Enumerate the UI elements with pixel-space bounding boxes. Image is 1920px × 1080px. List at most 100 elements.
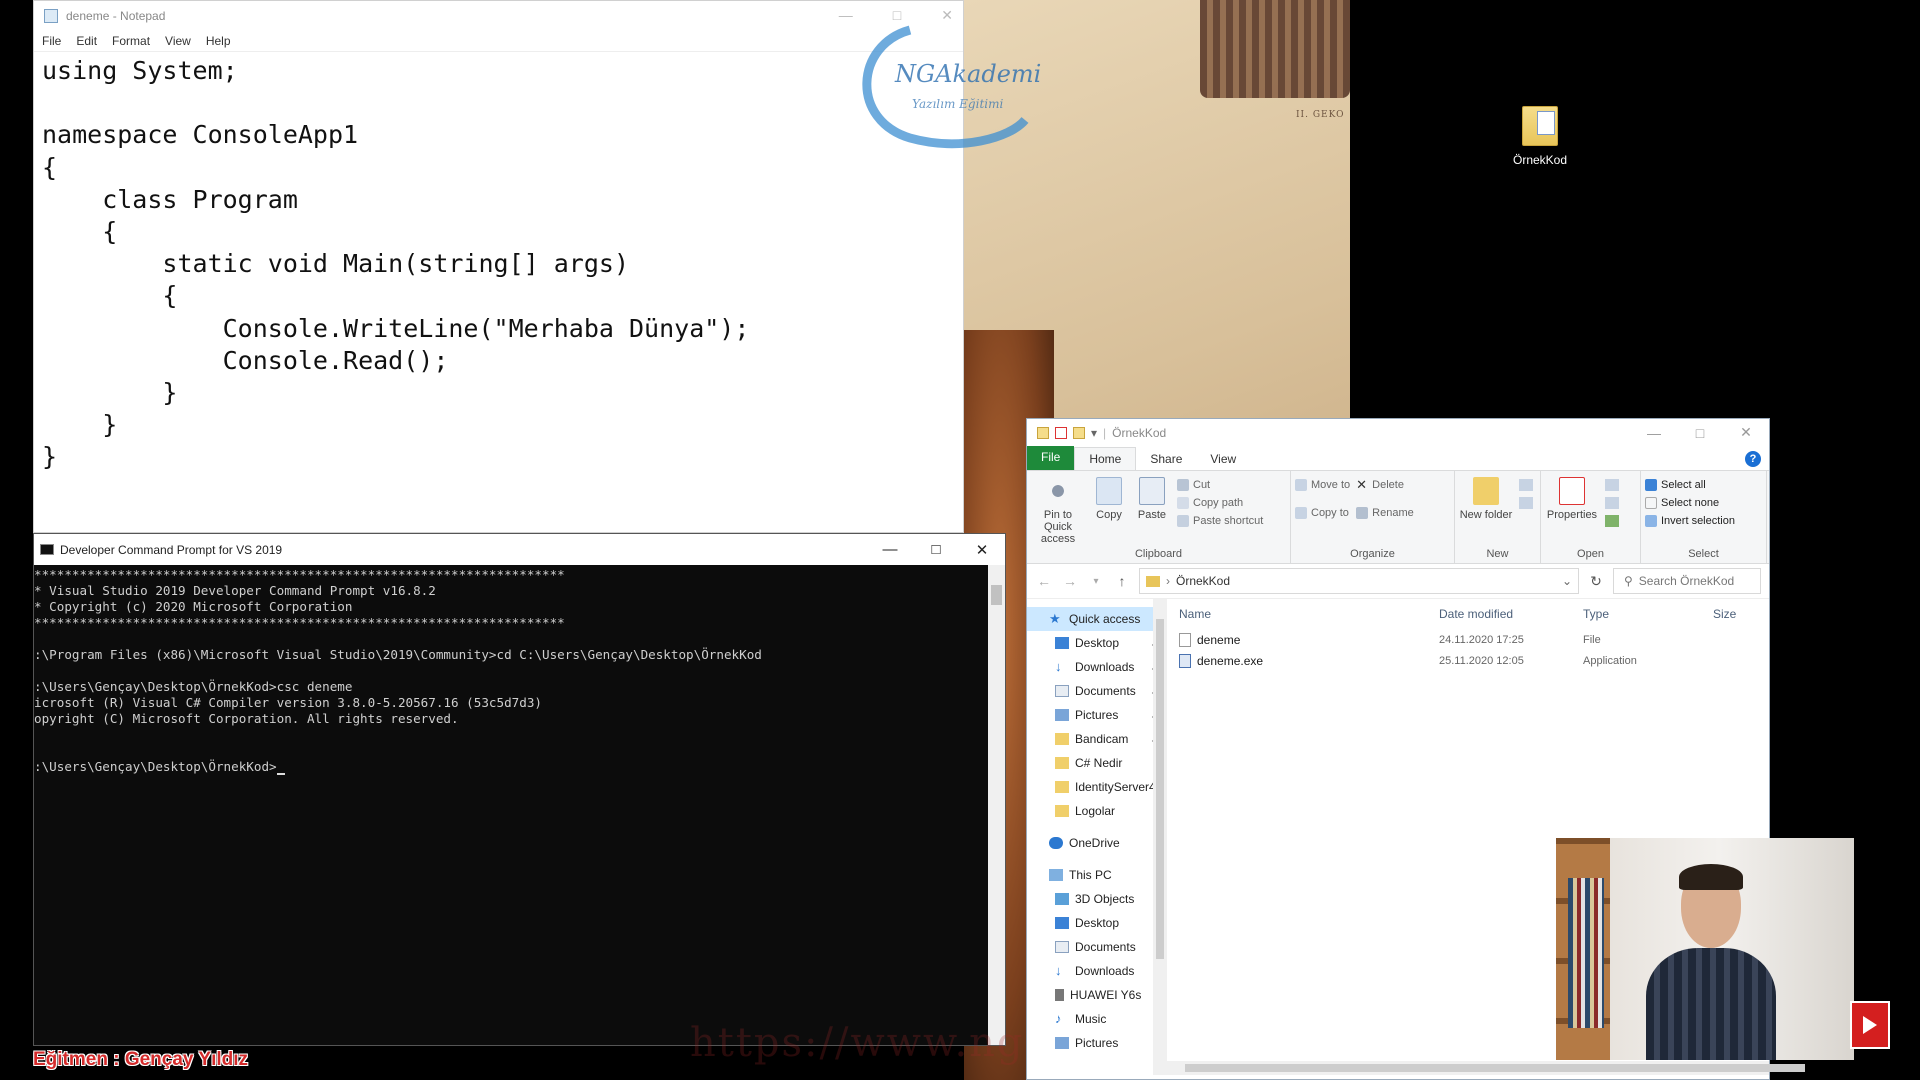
nav-label: C# Nedir xyxy=(1075,756,1123,770)
cmd-line: opyright (C) Microsoft Corporation. All … xyxy=(34,711,459,726)
tab-home[interactable]: Home xyxy=(1074,447,1137,470)
notepad-text-area[interactable]: using System; namespace ConsoleApp1 { cl… xyxy=(34,52,963,474)
menu-view[interactable]: View xyxy=(165,34,191,48)
nav-csharp-nedir[interactable]: C# Nedir xyxy=(1027,751,1167,775)
cmd-titlebar[interactable]: Developer Command Prompt for VS 2019 xyxy=(34,534,1005,565)
minimize-icon[interactable]: — xyxy=(1631,419,1677,446)
nav-label: Documents xyxy=(1075,940,1136,954)
new-item-icon[interactable] xyxy=(1519,479,1533,491)
cmd-title: Developer Command Prompt for VS 2019 xyxy=(60,542,283,557)
column-type[interactable]: Type xyxy=(1583,607,1713,621)
cmd-prompt: :\Users\Gençay\Desktop\ÖrnekKod> xyxy=(34,759,277,774)
desktop-icon-ornekkod[interactable]: ÖrnekKod xyxy=(1500,106,1580,167)
tab-view[interactable]: View xyxy=(1196,448,1250,470)
move-to-button[interactable]: Move to xyxy=(1295,479,1350,491)
column-date[interactable]: Date modified xyxy=(1439,607,1583,621)
nav-bandicam[interactable]: Bandicam➚ xyxy=(1027,727,1167,751)
maximize-icon[interactable]: □ xyxy=(913,534,959,565)
notepad-titlebar[interactable]: deneme - Notepad xyxy=(34,1,963,30)
easy-access-icon[interactable] xyxy=(1519,497,1533,509)
open-icon[interactable] xyxy=(1605,479,1619,491)
nav-identityserver[interactable]: IdentityServer4Ex xyxy=(1027,775,1167,799)
search-input[interactable]: ⚲ Search ÖrnekKod xyxy=(1613,568,1761,594)
minimize-icon[interactable]: — xyxy=(867,534,913,565)
column-name[interactable]: Name xyxy=(1179,607,1439,621)
youtube-icon[interactable] xyxy=(1850,1001,1890,1049)
documents-icon xyxy=(1055,685,1069,697)
invert-selection-button[interactable]: Invert selection xyxy=(1645,515,1735,527)
menu-format[interactable]: Format xyxy=(112,34,150,48)
forward-icon[interactable]: → xyxy=(1061,573,1079,589)
file-row[interactable]: deneme.exe 25.11.2020 12:05 Application xyxy=(1167,650,1769,671)
nav-downloads[interactable]: ↓Downloads➚ xyxy=(1027,655,1167,679)
nav-music[interactable]: ♪ Music xyxy=(1027,1007,1167,1031)
select-none-button[interactable]: Select none xyxy=(1645,497,1735,509)
nav-label: Downloads xyxy=(1075,964,1135,978)
cmd-line xyxy=(34,663,989,679)
tab-share[interactable]: Share xyxy=(1136,448,1196,470)
copy-to-button[interactable]: Copy to xyxy=(1295,507,1350,519)
cmd-scrollbar[interactable] xyxy=(988,565,1005,1045)
file-type: Application xyxy=(1583,654,1637,667)
edit-icon[interactable] xyxy=(1605,497,1619,509)
menu-help[interactable]: Help xyxy=(206,34,231,48)
download-icon: ↓ xyxy=(1055,963,1062,978)
help-icon[interactable]: ? xyxy=(1745,451,1761,467)
chevron-down-icon[interactable]: ▾ xyxy=(1091,426,1097,440)
nav-pictures[interactable]: Pictures➚ xyxy=(1027,703,1167,727)
nav-scrollbar[interactable] xyxy=(1153,599,1167,1075)
group-label: Clipboard xyxy=(1134,548,1183,560)
recent-locations-icon[interactable]: ▾ xyxy=(1087,576,1105,587)
nav-desktop[interactable]: Desktop➚ xyxy=(1027,631,1167,655)
tab-file[interactable]: File xyxy=(1027,446,1075,470)
up-icon[interactable]: ↑ xyxy=(1113,573,1131,589)
computer-icon xyxy=(1049,869,1063,881)
nav-3d-objects[interactable]: 3D Objects xyxy=(1027,887,1167,911)
close-icon[interactable]: ✕ xyxy=(959,534,1005,565)
paste-shortcut-button[interactable]: Paste shortcut xyxy=(1177,515,1263,527)
scroll-thumb[interactable] xyxy=(1185,1064,1805,1072)
nav-pc-desktop[interactable]: Desktop xyxy=(1027,911,1167,935)
play-icon xyxy=(1863,1016,1877,1034)
copy-path-button[interactable]: Copy path xyxy=(1177,497,1263,509)
nav-pc-documents[interactable]: Documents xyxy=(1027,935,1167,959)
nav-quick-access[interactable]: ★ Quick access xyxy=(1027,607,1167,631)
scroll-thumb[interactable] xyxy=(1156,619,1164,959)
nav-pc-downloads[interactable]: ↓ Downloads xyxy=(1027,959,1167,983)
move-to-icon xyxy=(1295,479,1307,491)
refresh-icon[interactable]: ↻ xyxy=(1587,573,1605,590)
text-cursor xyxy=(276,773,285,775)
scroll-thumb[interactable] xyxy=(991,585,1002,605)
maximize-icon[interactable]: □ xyxy=(1677,419,1723,446)
address-box[interactable]: › ÖrnekKod ⌄ xyxy=(1139,568,1579,594)
cmd-output[interactable]: ****************************************… xyxy=(34,565,989,1045)
delete-button[interactable]: ✕ Delete xyxy=(1356,477,1414,492)
column-size[interactable]: Size xyxy=(1713,607,1736,621)
back-icon[interactable]: ← xyxy=(1035,573,1053,589)
horizontal-scrollbar[interactable] xyxy=(1167,1061,1805,1075)
file-row[interactable]: deneme 24.11.2020 17:25 File xyxy=(1167,629,1769,650)
cmd-window-controls: — □ ✕ xyxy=(867,534,1005,565)
nav-onedrive[interactable]: OneDrive xyxy=(1027,831,1167,855)
wallpaper-text: II. GEKO xyxy=(1296,110,1345,120)
menu-file[interactable]: File xyxy=(42,34,61,48)
breadcrumb-item[interactable]: ÖrnekKod xyxy=(1176,574,1230,588)
rename-button[interactable]: Rename xyxy=(1356,507,1414,519)
pictures-icon xyxy=(1055,1037,1069,1049)
history-icon[interactable] xyxy=(1605,515,1619,527)
menu-edit[interactable]: Edit xyxy=(76,34,97,48)
address-dropdown-icon[interactable]: ⌄ xyxy=(1562,574,1572,588)
properties-qat-icon[interactable] xyxy=(1055,426,1067,439)
nav-logolar[interactable]: Logolar xyxy=(1027,799,1167,823)
new-folder-qat-icon[interactable] xyxy=(1073,426,1085,439)
close-icon[interactable]: ✕ xyxy=(1723,419,1769,446)
nav-documents[interactable]: Documents➚ xyxy=(1027,679,1167,703)
cmd-line: ****************************************… xyxy=(34,567,565,582)
delete-icon: ✕ xyxy=(1356,477,1368,492)
nav-pc-pictures[interactable]: Pictures xyxy=(1027,1031,1167,1055)
nav-this-pc[interactable]: This PC xyxy=(1027,863,1167,887)
svg-text:Yazılım Eğitimi: Yazılım Eğitimi xyxy=(912,97,1003,111)
nav-huawei[interactable]: HUAWEI Y6s xyxy=(1027,983,1167,1007)
select-all-button[interactable]: Select all xyxy=(1645,479,1735,491)
cut-button[interactable]: Cut xyxy=(1177,479,1263,491)
